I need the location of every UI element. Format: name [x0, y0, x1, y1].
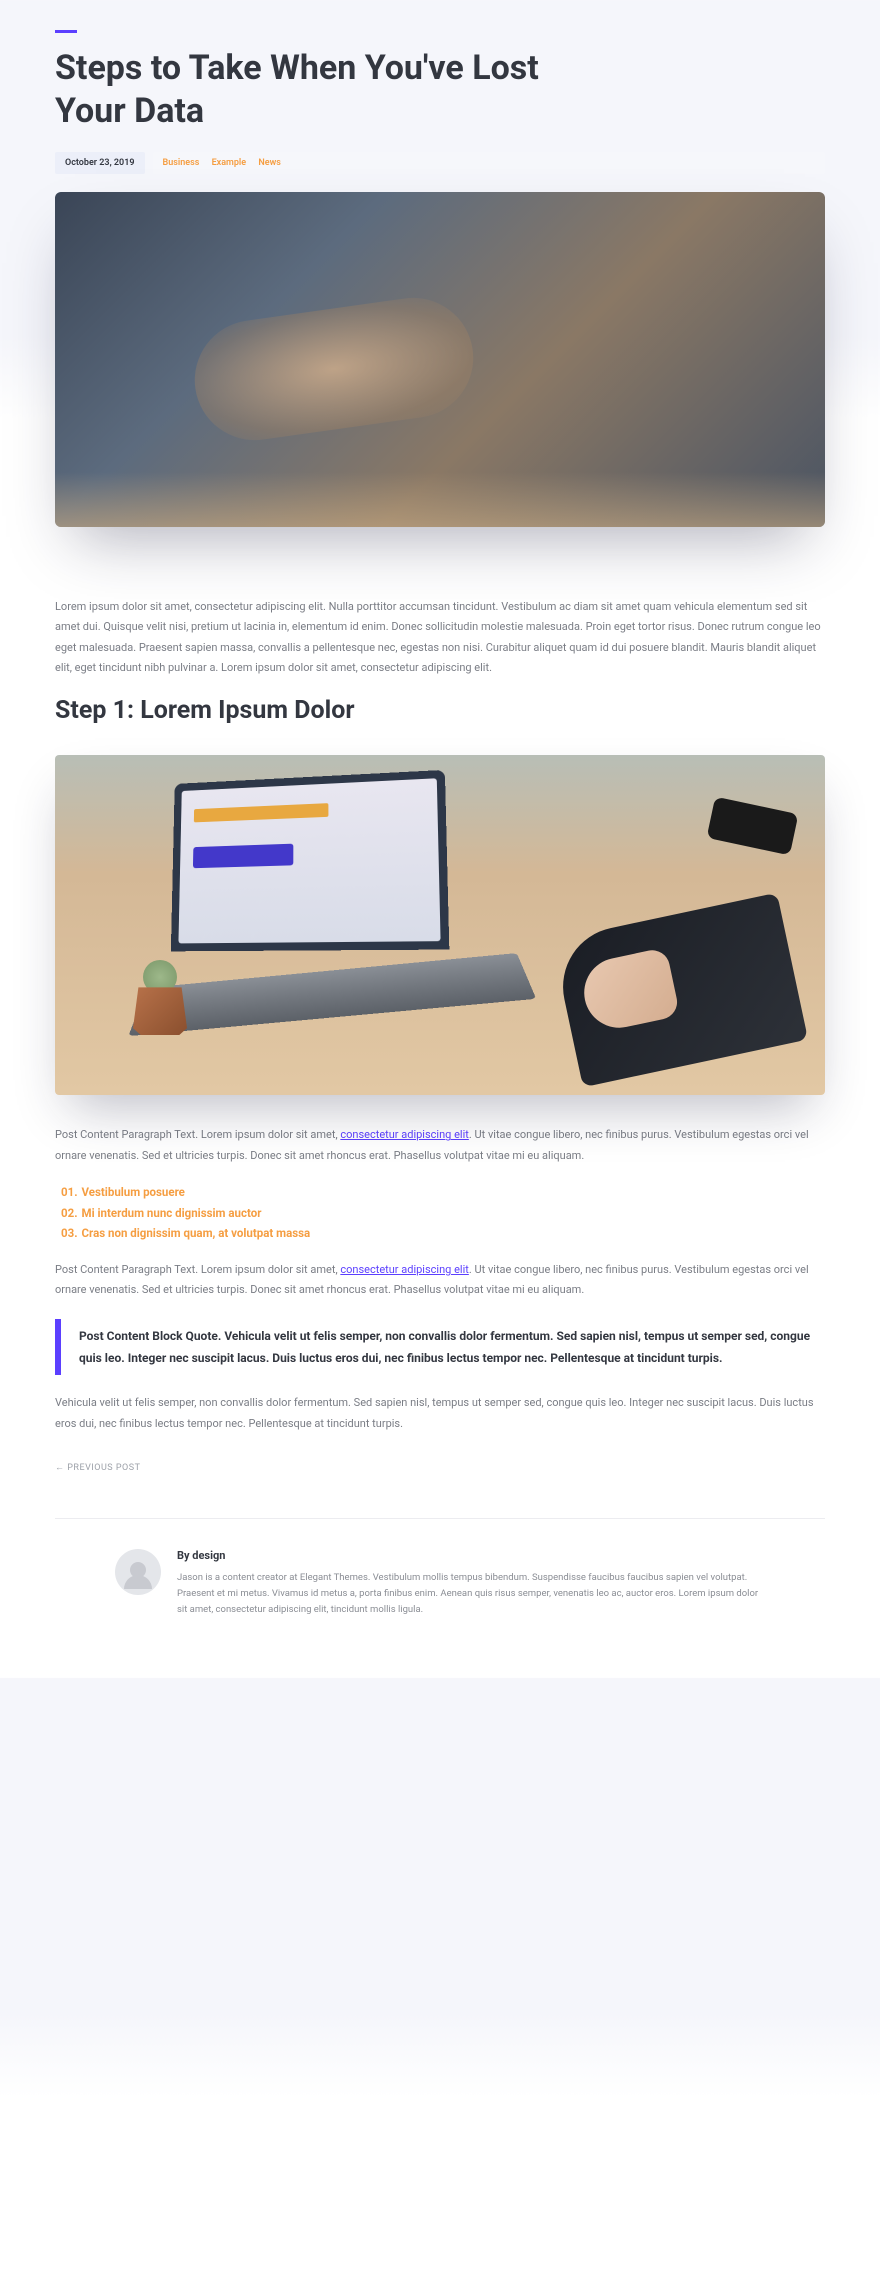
hero-image — [55, 192, 825, 527]
step-image — [55, 755, 825, 1095]
blockquote: Post Content Block Quote. Vehicula velit… — [55, 1319, 825, 1375]
paragraph-4: Vehicula velit ut felis semper, non conv… — [55, 1393, 825, 1434]
content-link[interactable]: consectetur adipiscing elit — [340, 1263, 469, 1276]
category-link-example[interactable]: Example — [212, 158, 247, 168]
intro-paragraph: Lorem ipsum dolor sit amet, consectetur … — [55, 597, 825, 678]
avatar — [115, 1549, 161, 1595]
ordered-list: 01.Vestibulum posuere 02.Mi interdum nun… — [61, 1182, 825, 1244]
previous-post-link[interactable]: ← PREVIOUS POST — [55, 1462, 825, 1473]
paragraph-3: Post Content Paragraph Text. Lorem ipsum… — [55, 1260, 825, 1301]
author-box: By design Jason is a content creator at … — [55, 1549, 825, 1618]
list-item: 02.Mi interdum nunc dignissim auctor — [61, 1203, 825, 1224]
post-categories: Business Example News — [153, 152, 826, 174]
post-date: October 23, 2019 — [55, 152, 145, 174]
paragraph-2: Post Content Paragraph Text. Lorem ipsum… — [55, 1125, 825, 1166]
author-byline: By design — [177, 1549, 765, 1562]
content-link[interactable]: consectetur adipiscing elit — [340, 1128, 469, 1141]
page-title: Steps to Take When You've Lost Your Data — [55, 47, 555, 132]
author-bio: Jason is a content creator at Elegant Th… — [177, 1570, 765, 1618]
list-item: 03.Cras non dignissim quam, at volutpat … — [61, 1223, 825, 1244]
post-meta: October 23, 2019 Business Example News — [55, 152, 825, 174]
accent-bar — [55, 30, 77, 33]
divider — [55, 1518, 825, 1519]
list-item: 01.Vestibulum posuere — [61, 1182, 825, 1203]
category-link-news[interactable]: News — [258, 158, 280, 168]
step-1-heading: Step 1: Lorem Ipsum Dolor — [55, 696, 825, 725]
category-link-business[interactable]: Business — [163, 158, 200, 168]
